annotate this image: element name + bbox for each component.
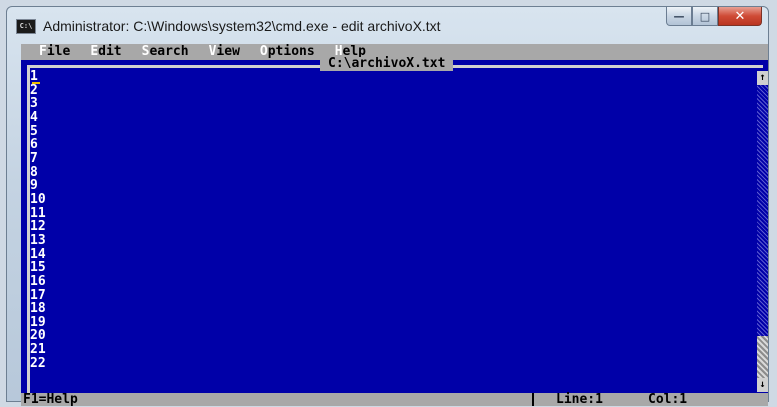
line-number: 6 — [30, 137, 38, 153]
line-number: 7 — [30, 150, 38, 166]
text-cursor — [32, 82, 40, 84]
menu-edit-hotkey: E — [90, 44, 99, 59]
cmd-icon[interactable]: C:\ — [16, 19, 36, 34]
line-number: 9 — [30, 178, 38, 194]
menu-edit-label: dit — [98, 44, 122, 59]
window-controls: — □ ✕ — [666, 7, 762, 27]
status-help-hint: F1=Help — [23, 392, 78, 406]
status-line-number: Line:1 — [556, 392, 603, 406]
line-number: 17 — [30, 287, 46, 303]
scroll-up-arrow-icon[interactable]: ↑ — [757, 71, 768, 85]
document-frame: C:\archivoX.txt — [27, 57, 763, 395]
line-number: 21 — [30, 342, 46, 358]
maximize-button[interactable]: □ — [692, 7, 718, 26]
menu-search-label: earch — [149, 44, 189, 59]
menu-view-label: iew — [216, 44, 240, 59]
line-number: 8 — [30, 164, 38, 180]
line-number: 11 — [30, 205, 46, 221]
line-number: 18 — [30, 301, 46, 317]
scroll-thumb[interactable] — [757, 336, 768, 378]
document-title: C:\archivoX.txt — [320, 57, 454, 71]
line-number: 20 — [30, 328, 46, 344]
console-area[interactable]: File Edit Search View Options Help C:\ar… — [21, 44, 768, 406]
menu-options[interactable]: Options — [260, 44, 315, 60]
menu-edit[interactable]: Edit — [90, 44, 121, 60]
scroll-track[interactable] — [757, 85, 768, 378]
line-number: 4 — [30, 109, 38, 125]
line-number: 19 — [30, 314, 46, 330]
cmd-window: C:\ Administrator: C:\Windows\system32\c… — [6, 6, 769, 406]
close-button[interactable]: ✕ — [718, 7, 762, 26]
scroll-down-arrow-icon[interactable]: ↓ — [757, 378, 768, 392]
line-number: 22 — [30, 355, 46, 371]
line-number: 14 — [30, 246, 46, 262]
editor-text-area[interactable]: 1 2 3 4 5 6 7 8 9 10 11 12 13 14 15 16 17 18 19 20 21 22 — [30, 70, 46, 370]
status-bar: F1=Help Line:1 Col:1 — [21, 393, 768, 406]
line-number: 3 — [30, 96, 38, 112]
line-number: 16 — [30, 273, 46, 289]
menu-file-label: ile — [46, 44, 71, 59]
menu-options-label: ptions — [267, 44, 315, 59]
line-number: 13 — [30, 232, 46, 248]
menu-options-hotkey: O — [259, 44, 268, 59]
line-number: 5 — [30, 123, 38, 139]
window-title: Administrator: C:\Windows\system32\cmd.e… — [43, 18, 441, 34]
title-bar[interactable]: C:\ Administrator: C:\Windows\system32\c… — [7, 7, 768, 43]
menu-file[interactable]: File — [39, 44, 70, 60]
line-number: 12 — [30, 219, 46, 235]
status-column-number: Col:1 — [648, 392, 688, 406]
menu-search[interactable]: Search — [142, 44, 189, 60]
line-number: 15 — [30, 260, 46, 276]
line-number: 2 — [30, 82, 38, 98]
status-divider — [532, 393, 534, 406]
minimize-button[interactable]: — — [666, 7, 692, 26]
line-number: 10 — [30, 191, 46, 207]
menu-view[interactable]: View — [209, 44, 240, 60]
menu-file-hotkey: F — [39, 44, 47, 59]
vertical-scrollbar[interactable]: ↑ ↓ — [757, 71, 768, 392]
